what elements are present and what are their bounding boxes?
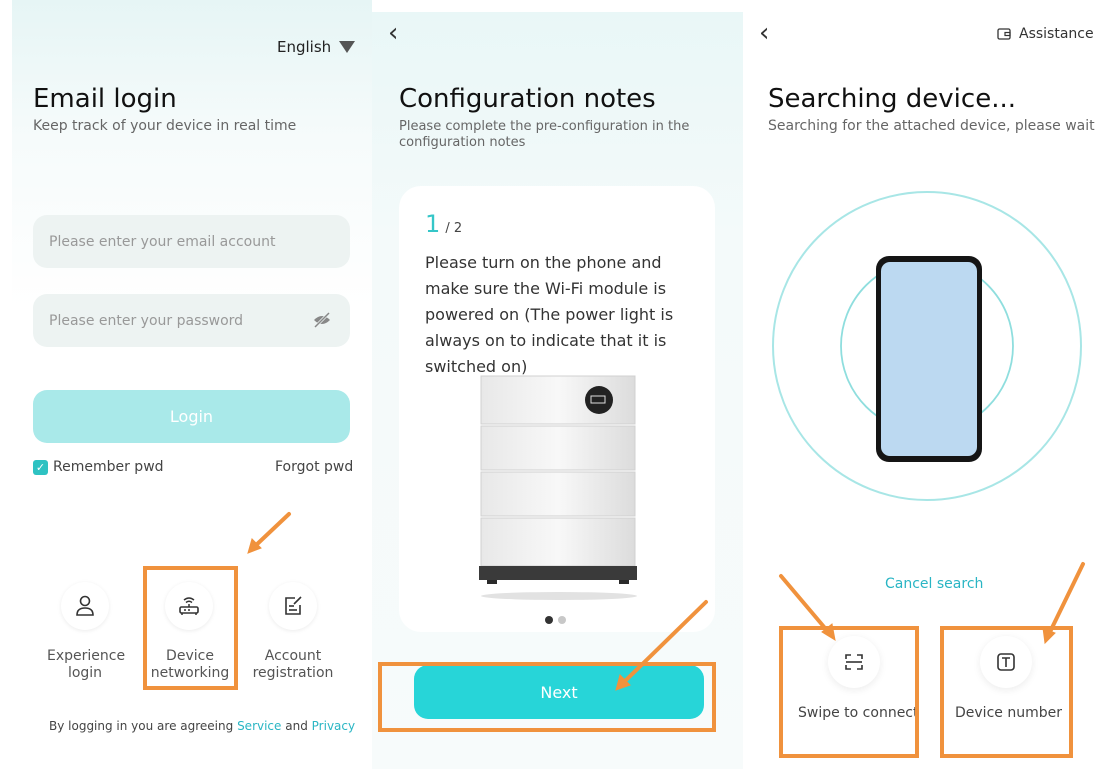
- service-link[interactable]: Service: [237, 719, 281, 733]
- privacy-link[interactable]: Privacy: [312, 719, 355, 733]
- agreement-text: By logging in you are agreeing Service a…: [49, 719, 355, 733]
- instruction-text: Please turn on the phone and make sure t…: [425, 253, 674, 376]
- option-label-line2: registration: [252, 665, 334, 681]
- step-total: / 2: [445, 221, 463, 236]
- page-dot-active: [545, 616, 553, 624]
- back-chevron-icon[interactable]: ‹: [759, 20, 769, 46]
- cancel-search-link[interactable]: Cancel search: [885, 576, 983, 592]
- eye-hidden-icon[interactable]: [312, 311, 332, 329]
- step-counter: 1 / 2: [425, 210, 462, 238]
- edit-icon: [269, 582, 317, 630]
- language-label: English: [277, 38, 332, 56]
- wallet-icon: [997, 28, 1011, 40]
- option-account-registration[interactable]: Account registration: [250, 648, 336, 682]
- highlight-box-device-number: [940, 626, 1073, 758]
- experience-login-icon-wrap[interactable]: [61, 582, 109, 630]
- remember-label: Remember pwd: [53, 459, 164, 475]
- page-subtitle: Keep track of your device in real time: [33, 118, 297, 134]
- option-label-line1: Experience: [47, 648, 126, 664]
- dropdown-arrow-icon: [339, 41, 356, 53]
- search-radar-animation: [772, 191, 1082, 501]
- page-title: Email login: [33, 84, 177, 114]
- account-registration-icon-wrap[interactable]: [269, 582, 317, 630]
- person-icon: [61, 582, 109, 630]
- highlight-box-device-networking: [143, 566, 238, 690]
- email-placeholder: Please enter your email account: [49, 233, 276, 250]
- instruction-card: 1 / 2 Please turn on the phone and make …: [399, 186, 715, 632]
- language-selector[interactable]: English: [277, 38, 356, 56]
- assistance-button[interactable]: Assistance: [997, 26, 1094, 42]
- step-current: 1: [425, 210, 441, 238]
- page-title: Configuration notes: [399, 84, 656, 114]
- option-label-line1: Account: [264, 648, 322, 664]
- remember-checkbox[interactable]: ✓ Remember pwd: [33, 459, 164, 475]
- password-placeholder: Please enter your password: [49, 312, 244, 329]
- checkmark-icon: ✓: [33, 459, 48, 475]
- assistance-label: Assistance: [1019, 26, 1094, 42]
- email-field[interactable]: Please enter your email account: [33, 215, 350, 268]
- pagination-dots: [545, 616, 566, 624]
- option-experience-login[interactable]: Experience login: [47, 648, 126, 682]
- page-subtitle: Searching for the attached device, pleas…: [768, 118, 1095, 134]
- battery-device-illustration: [479, 375, 637, 600]
- agreement-prefix: By logging in you are agreeing: [49, 719, 234, 733]
- page-subtitle: Please complete the pre-configuration in…: [399, 119, 690, 150]
- back-chevron-icon[interactable]: ‹: [388, 20, 398, 46]
- page-title: Searching device...: [768, 84, 1016, 114]
- agreement-and: and: [285, 719, 308, 733]
- option-label-line2: login: [67, 665, 103, 681]
- password-field[interactable]: Please enter your password: [33, 294, 350, 347]
- forgot-password-link[interactable]: Forgot pwd: [275, 459, 353, 475]
- login-button[interactable]: Login: [33, 390, 350, 443]
- configuration-notes-screen: ‹ Configuration notes Please complete th…: [372, 12, 743, 769]
- highlight-box-next: [378, 662, 716, 732]
- page-dot: [558, 616, 566, 624]
- highlight-box-swipe: [779, 626, 919, 758]
